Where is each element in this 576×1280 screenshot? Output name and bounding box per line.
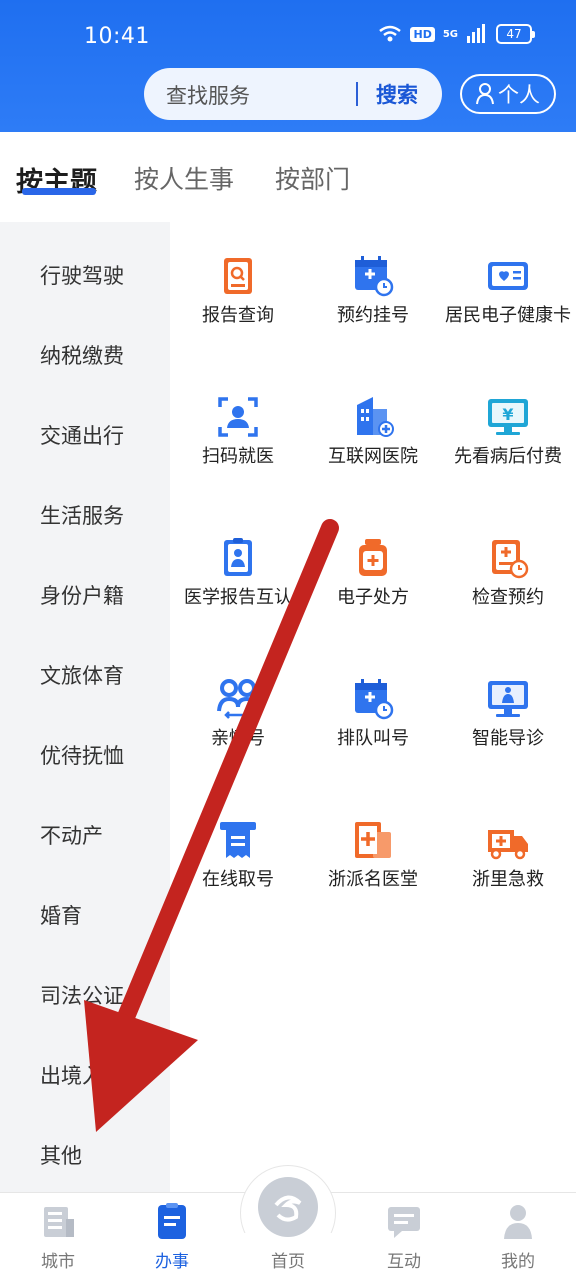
person-icon bbox=[476, 83, 494, 105]
sidebar-item-other[interactable]: 其他 bbox=[40, 1140, 82, 1170]
nav-label: 办事 bbox=[155, 1252, 189, 1272]
service-label: 浙里急救 bbox=[472, 869, 544, 890]
sidebar-item-marriage[interactable]: 婚育 bbox=[40, 900, 82, 930]
nav-label: 城市 bbox=[41, 1252, 75, 1272]
battery-indicator: 47 bbox=[496, 24, 535, 44]
service-internet-hospital[interactable]: 互联网医院 bbox=[305, 395, 441, 467]
tasks-icon bbox=[158, 1203, 186, 1239]
nav-label: 我的 bbox=[501, 1252, 535, 1272]
ticket-icon bbox=[220, 822, 256, 858]
service-famous-doctors[interactable]: 浙派名医堂 bbox=[305, 818, 441, 890]
sidebar-item-traffic[interactable]: 交通出行 bbox=[40, 420, 124, 450]
status-bar: 10:41 HD 5G 47 bbox=[0, 0, 576, 64]
service-label: 居民电子健康卡 bbox=[445, 305, 571, 326]
category-tabs: 按主题 按人生事 按部门 bbox=[0, 132, 576, 222]
service-e-prescription[interactable]: 电子处方 bbox=[305, 536, 441, 608]
service-label: 智能导诊 bbox=[472, 728, 544, 749]
service-label: 互联网医院 bbox=[328, 446, 418, 467]
search-input[interactable]: 查找服务 bbox=[166, 80, 250, 110]
hd-badge: HD bbox=[410, 26, 435, 42]
report-search-icon bbox=[224, 258, 252, 294]
sidebar-item-identity[interactable]: 身份户籍 bbox=[40, 580, 124, 610]
service-label: 电子处方 bbox=[337, 587, 409, 608]
nav-profile[interactable]: 我的 bbox=[478, 1201, 558, 1272]
service-health-card[interactable]: 居民电子健康卡 bbox=[440, 254, 576, 326]
family-icon bbox=[217, 679, 259, 719]
home-logo-icon bbox=[258, 1177, 318, 1237]
search-button[interactable]: 搜索 bbox=[376, 79, 418, 109]
nav-tasks[interactable]: 办事 bbox=[132, 1201, 212, 1272]
hospital-building-icon bbox=[357, 397, 394, 437]
sidebar-item-tax[interactable]: 纳税缴费 bbox=[40, 340, 124, 370]
service-appointment[interactable]: 预约挂号 bbox=[305, 254, 441, 326]
service-smart-guide[interactable]: 智能导诊 bbox=[440, 677, 576, 749]
app-header: 10:41 HD 5G 47 查找服务 搜索 个人 bbox=[0, 0, 576, 132]
bottom-navigation: 城市 办事 首页 互动 我的 bbox=[0, 1165, 576, 1280]
ambulance-icon bbox=[488, 830, 528, 860]
monitor-yen-icon: ¥ bbox=[488, 399, 528, 435]
service-emergency[interactable]: 浙里急救 bbox=[440, 818, 576, 890]
service-scan-doctor[interactable]: 扫码就医 bbox=[170, 395, 306, 467]
service-label: 报告查询 bbox=[202, 305, 274, 326]
sidebar-item-real-estate[interactable]: 不动产 bbox=[40, 820, 103, 850]
service-online-ticket[interactable]: 在线取号 bbox=[170, 818, 306, 890]
medical-folder-icon bbox=[355, 822, 391, 858]
search-divider bbox=[356, 82, 358, 106]
medical-report-icon bbox=[224, 538, 252, 576]
sidebar-item-preferential[interactable]: 优待抚恤 bbox=[40, 740, 124, 770]
checkup-clock-icon bbox=[492, 540, 529, 579]
tab-by-department[interactable]: 按部门 bbox=[275, 160, 350, 196]
nav-interact[interactable]: 互动 bbox=[364, 1201, 444, 1272]
sidebar-item-exit-entry[interactable]: 出境入 bbox=[40, 1060, 103, 1090]
scan-person-icon bbox=[218, 397, 258, 437]
network-label: 5G bbox=[442, 28, 458, 40]
signal-icon bbox=[467, 24, 485, 43]
service-pay-later[interactable]: ¥ 先看病后付费 bbox=[440, 395, 576, 467]
service-label: 扫码就医 bbox=[202, 446, 274, 467]
nav-city[interactable]: 城市 bbox=[18, 1201, 98, 1272]
sidebar-item-culture[interactable]: 文旅体育 bbox=[40, 660, 124, 690]
category-sidebar: 行驶驾驶 纳税缴费 交通出行 生活服务 身份户籍 文旅体育 优待抚恤 不动产 婚… bbox=[0, 222, 170, 1192]
service-label: 医学报告互认 bbox=[184, 587, 292, 608]
health-card-icon bbox=[488, 262, 528, 290]
nav-home[interactable]: 首页 bbox=[248, 1175, 328, 1272]
service-queue-call[interactable]: 排队叫号 bbox=[305, 677, 441, 749]
personal-label: 个人 bbox=[498, 83, 540, 107]
service-label: 浙派名医堂 bbox=[328, 869, 418, 890]
status-time: 10:41 bbox=[84, 24, 150, 49]
medicine-bottle-icon bbox=[359, 539, 387, 576]
chat-icon bbox=[388, 1207, 420, 1238]
service-report-query[interactable]: 报告查询 bbox=[170, 254, 306, 326]
service-label: 在线取号 bbox=[202, 869, 274, 890]
service-label: 排队叫号 bbox=[337, 728, 409, 749]
calendar-clock-icon bbox=[355, 256, 394, 297]
svg-text:¥: ¥ bbox=[502, 405, 513, 424]
tab-by-life-event[interactable]: 按人生事 bbox=[134, 160, 234, 196]
status-icons: HD 5G 47 bbox=[378, 24, 535, 44]
nav-label: 首页 bbox=[271, 1252, 305, 1272]
service-label: 预约挂号 bbox=[337, 305, 409, 326]
sidebar-item-judicial[interactable]: 司法公证 bbox=[40, 980, 124, 1010]
service-label: 亲情号 bbox=[211, 728, 265, 749]
city-icon bbox=[44, 1207, 74, 1237]
service-report-recognition[interactable]: 医学报告互认 bbox=[170, 536, 306, 608]
service-exam-booking[interactable]: 检查预约 bbox=[440, 536, 576, 608]
wifi-icon bbox=[379, 25, 402, 42]
service-family-number[interactable]: 亲情号 bbox=[170, 677, 306, 749]
personal-button[interactable]: 个人 bbox=[460, 74, 556, 114]
screen-guide-icon bbox=[488, 681, 528, 717]
profile-icon bbox=[504, 1205, 532, 1239]
queue-calendar-icon bbox=[355, 679, 394, 720]
nav-label: 互动 bbox=[387, 1252, 421, 1272]
service-label: 先看病后付费 bbox=[454, 446, 562, 467]
tab-active-indicator bbox=[22, 188, 96, 195]
service-label: 检查预约 bbox=[472, 587, 544, 608]
search-bar[interactable]: 查找服务 搜索 bbox=[144, 68, 442, 120]
services-grid: 报告查询 预约挂号 居民电子健康卡 扫码就医 互联网医院 ¥ 先看病后付费 医学… bbox=[170, 222, 576, 1192]
sidebar-item-life[interactable]: 生活服务 bbox=[40, 500, 124, 530]
sidebar-item-driving[interactable]: 行驶驾驶 bbox=[40, 260, 124, 290]
